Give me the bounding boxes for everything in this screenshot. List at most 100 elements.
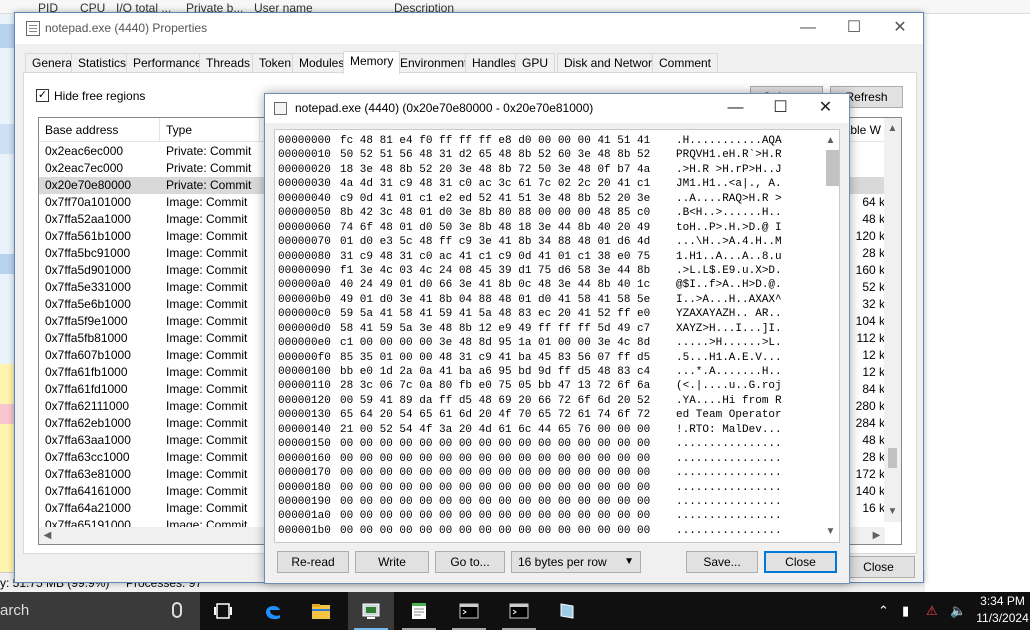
hex-ascii[interactable]: ................ <box>676 509 782 523</box>
hex-bytes[interactable]: 00 59 41 89 da ff d5 48 69 20 66 72 6f 6… <box>340 394 676 408</box>
minimize-button[interactable]: — <box>785 13 831 44</box>
taskbar-search[interactable]: arch <box>0 592 200 630</box>
memwin-minimize-button[interactable]: — <box>713 94 758 123</box>
memory-editor-titlebar[interactable]: notepad.exe (4440) (0x20e70e80000 - 0x20… <box>265 94 849 123</box>
hex-line[interactable]: 00000050 8b 42 3c 48 01 d0 3e 8b 80 88 00… <box>278 206 782 220</box>
tab-statistics[interactable]: Statistics <box>71 53 134 73</box>
cmd-button[interactable] <box>446 592 492 630</box>
hex-ascii[interactable]: ................ <box>676 524 782 538</box>
hex-bytes[interactable]: 58 41 59 5a 3e 48 8b 12 e9 49 ff ff ff 5… <box>340 322 676 336</box>
properties-close-button[interactable]: Close <box>842 556 915 578</box>
hex-ascii[interactable]: ..A....RAQ>H.R > <box>676 192 782 206</box>
goto-button[interactable]: Go to... <box>435 551 505 573</box>
tab-disk-and-network[interactable]: Disk and Network <box>557 53 666 73</box>
cmd-button-2[interactable] <box>496 592 542 630</box>
hex-line[interactable]: 00000110 28 3c 06 7c 0a 80 fb e0 75 05 bb… <box>278 379 782 393</box>
hex-bytes[interactable]: fc 48 81 e4 f0 ff ff ff e8 d0 00 00 00 4… <box>340 134 676 148</box>
properties-titlebar[interactable]: notepad.exe (4440) Properties — ☐ ✕ <box>15 13 923 44</box>
hex-bytes[interactable]: 00 00 00 00 00 00 00 00 00 00 00 00 00 0… <box>340 495 676 509</box>
col-base-address[interactable]: Base address <box>39 118 160 142</box>
hex-bytes[interactable]: 50 52 51 56 48 31 d2 65 48 8b 52 60 3e 4… <box>340 148 676 162</box>
hex-ascii[interactable]: .>L.L$.E9.u.X>D. <box>676 264 782 278</box>
chevron-up-icon[interactable]: ⌃ <box>878 603 889 619</box>
hex-ascii[interactable]: .....>H......>L. <box>676 336 782 350</box>
clock-time[interactable]: 3:34 PM <box>975 594 1030 608</box>
memwin-close-button[interactable]: Close <box>764 551 837 573</box>
memwin-maximize-button[interactable]: ☐ <box>758 94 803 123</box>
tab-gpu[interactable]: GPU <box>515 53 556 73</box>
hex-bytes[interactable]: 8b 42 3c 48 01 d0 3e 8b 80 88 00 00 00 4… <box>340 206 676 220</box>
bytes-per-row-select[interactable]: 16 bytes per row ▼ <box>511 551 641 573</box>
hex-bytes[interactable]: 40 24 49 01 d0 66 3e 41 8b 0c 48 3e 44 8… <box>340 278 676 292</box>
hex-scroll-down-icon[interactable]: ▼ <box>822 523 839 540</box>
hex-vscrollbar[interactable]: ▲ ▼ <box>822 130 839 542</box>
hex-line[interactable]: 00000130 65 64 20 54 65 61 6d 20 4f 70 65… <box>278 408 782 422</box>
hex-ascii[interactable]: I..>A...H..AXAX^ <box>676 293 782 307</box>
write-button[interactable]: Write <box>355 551 429 573</box>
reread-button[interactable]: Re-read <box>277 551 349 573</box>
hex-line[interactable]: 00000120 00 59 41 89 da ff d5 48 69 20 66… <box>278 394 782 408</box>
hex-line[interactable]: 00000180 00 00 00 00 00 00 00 00 00 00 00… <box>278 481 782 495</box>
hex-line[interactable]: 000001b0 00 00 00 00 00 00 00 00 00 00 00… <box>278 524 782 538</box>
hex-line[interactable]: 000001a0 00 00 00 00 00 00 00 00 00 00 00… <box>278 509 782 523</box>
edge-button[interactable] <box>250 592 296 630</box>
tab-memory[interactable]: Memory <box>343 51 401 74</box>
hex-line[interactable]: 00000160 00 00 00 00 00 00 00 00 00 00 00… <box>278 452 782 466</box>
hex-line[interactable]: 000000b0 49 01 d0 3e 41 8b 04 88 48 01 d0… <box>278 293 782 307</box>
hex-line[interactable]: 00000000 fc 48 81 e4 f0 ff ff ff e8 d0 00… <box>278 134 782 148</box>
hex-ascii[interactable]: .B<H..>......H.. <box>676 206 782 220</box>
file-explorer-button[interactable] <box>298 592 344 630</box>
hex-ascii[interactable]: ................ <box>676 466 782 480</box>
hex-line[interactable]: 00000190 00 00 00 00 00 00 00 00 00 00 00… <box>278 495 782 509</box>
hex-bytes[interactable]: 00 00 00 00 00 00 00 00 00 00 00 00 00 0… <box>340 524 676 538</box>
process-hacker-button[interactable] <box>348 592 394 630</box>
hex-ascii[interactable]: .YA....Hi from R <box>676 394 782 408</box>
hex-line[interactable]: 00000060 74 6f 48 01 d0 50 3e 8b 48 18 3e… <box>278 221 782 235</box>
hex-view[interactable]: 00000000 fc 48 81 e4 f0 ff ff ff e8 d0 00… <box>274 129 840 543</box>
hex-bytes[interactable]: 59 5a 41 58 41 59 41 5a 48 83 ec 20 41 5… <box>340 307 676 321</box>
hex-bytes[interactable]: 74 6f 48 01 d0 50 3e 8b 48 18 3e 44 8b 4… <box>340 221 676 235</box>
hex-bytes[interactable]: 00 00 00 00 00 00 00 00 00 00 00 00 00 0… <box>340 509 676 523</box>
hex-line[interactable]: 00000040 c9 0d 41 01 c1 e2 ed 52 41 51 3e… <box>278 192 782 206</box>
hex-bytes[interactable]: 31 c9 48 31 c0 ac 41 c1 c9 0d 41 01 c1 3… <box>340 250 676 264</box>
hex-bytes[interactable]: 85 35 01 00 00 48 31 c9 41 ba 45 83 56 0… <box>340 351 676 365</box>
hex-line[interactable]: 00000020 18 3e 48 8b 52 20 3e 48 8b 72 50… <box>278 163 782 177</box>
hex-line[interactable]: 00000140 21 00 52 54 4f 3a 20 4d 61 6c 44… <box>278 423 782 437</box>
hex-bytes[interactable]: 00 00 00 00 00 00 00 00 00 00 00 00 00 0… <box>340 437 676 451</box>
hex-bytes[interactable]: f1 3e 4c 03 4c 24 08 45 39 d1 75 d6 58 3… <box>340 264 676 278</box>
hex-bytes[interactable]: 00 00 00 00 00 00 00 00 00 00 00 00 00 0… <box>340 452 676 466</box>
hex-ascii[interactable]: !.RTO: MalDev... <box>676 423 782 437</box>
volume-icon[interactable]: 🔈 <box>950 603 966 619</box>
hex-bytes[interactable]: 18 3e 48 8b 52 20 3e 48 8b 72 50 3e 48 0… <box>340 163 676 177</box>
hex-bytes[interactable]: 00 00 00 00 00 00 00 00 00 00 00 00 00 0… <box>340 466 676 480</box>
hex-line[interactable]: 00000030 4a 4d 31 c9 48 31 c0 ac 3c 61 7c… <box>278 177 782 191</box>
hex-ascii[interactable]: XAYZ>H...I...]I. <box>676 322 782 336</box>
hex-bytes[interactable]: 49 01 d0 3e 41 8b 04 88 48 01 d0 41 58 4… <box>340 293 676 307</box>
task-view-button[interactable] <box>200 592 246 630</box>
checkbox-check-icon[interactable]: ✓ <box>36 89 49 102</box>
scroll-up-icon[interactable]: ▲ <box>884 120 901 137</box>
tab-environment[interactable]: Environment <box>393 53 475 73</box>
tab-performance[interactable]: Performance <box>126 53 209 73</box>
save-button[interactable]: Save... <box>686 551 758 573</box>
hex-ascii[interactable]: ................ <box>676 437 782 451</box>
tab-threads[interactable]: Threads <box>199 53 258 73</box>
clock-date[interactable]: 11/3/2024 <box>975 611 1030 625</box>
hex-line[interactable]: 00000080 31 c9 48 31 c0 ac 41 c1 c9 0d 41… <box>278 250 782 264</box>
hex-bytes[interactable]: 01 d0 e3 5c 48 ff c9 3e 41 8b 34 88 48 0… <box>340 235 676 249</box>
maximize-button[interactable]: ☐ <box>831 13 877 44</box>
hex-line[interactable]: 000000f0 85 35 01 00 00 48 31 c9 41 ba 45… <box>278 351 782 365</box>
hex-ascii[interactable]: .5...H1.A.E.V... <box>676 351 782 365</box>
microphone-icon[interactable] <box>172 602 182 618</box>
hex-bytes[interactable]: c9 0d 41 01 c1 e2 ed 52 41 51 3e 48 8b 5… <box>340 192 676 206</box>
tab-comment[interactable]: Comment <box>652 53 719 73</box>
hex-line[interactable]: 00000090 f1 3e 4c 03 4c 24 08 45 39 d1 75… <box>278 264 782 278</box>
close-window-button[interactable]: ✕ <box>877 13 923 44</box>
hex-bytes[interactable]: bb e0 1d 2a 0a 41 ba a6 95 bd 9d ff d5 4… <box>340 365 676 379</box>
hex-line[interactable]: 000000c0 59 5a 41 58 41 59 41 5a 48 83 ec… <box>278 307 782 321</box>
hex-bytes[interactable]: c1 00 00 00 00 3e 48 8d 95 1a 01 00 00 3… <box>340 336 676 350</box>
hex-bytes[interactable]: 65 64 20 54 65 61 6d 20 4f 70 65 72 61 7… <box>340 408 676 422</box>
memory-list-vscrollbar[interactable]: ▲ ▼ <box>884 118 901 522</box>
scroll-right-icon[interactable]: ▶ <box>868 527 885 544</box>
hex-ascii[interactable]: ................ <box>676 495 782 509</box>
